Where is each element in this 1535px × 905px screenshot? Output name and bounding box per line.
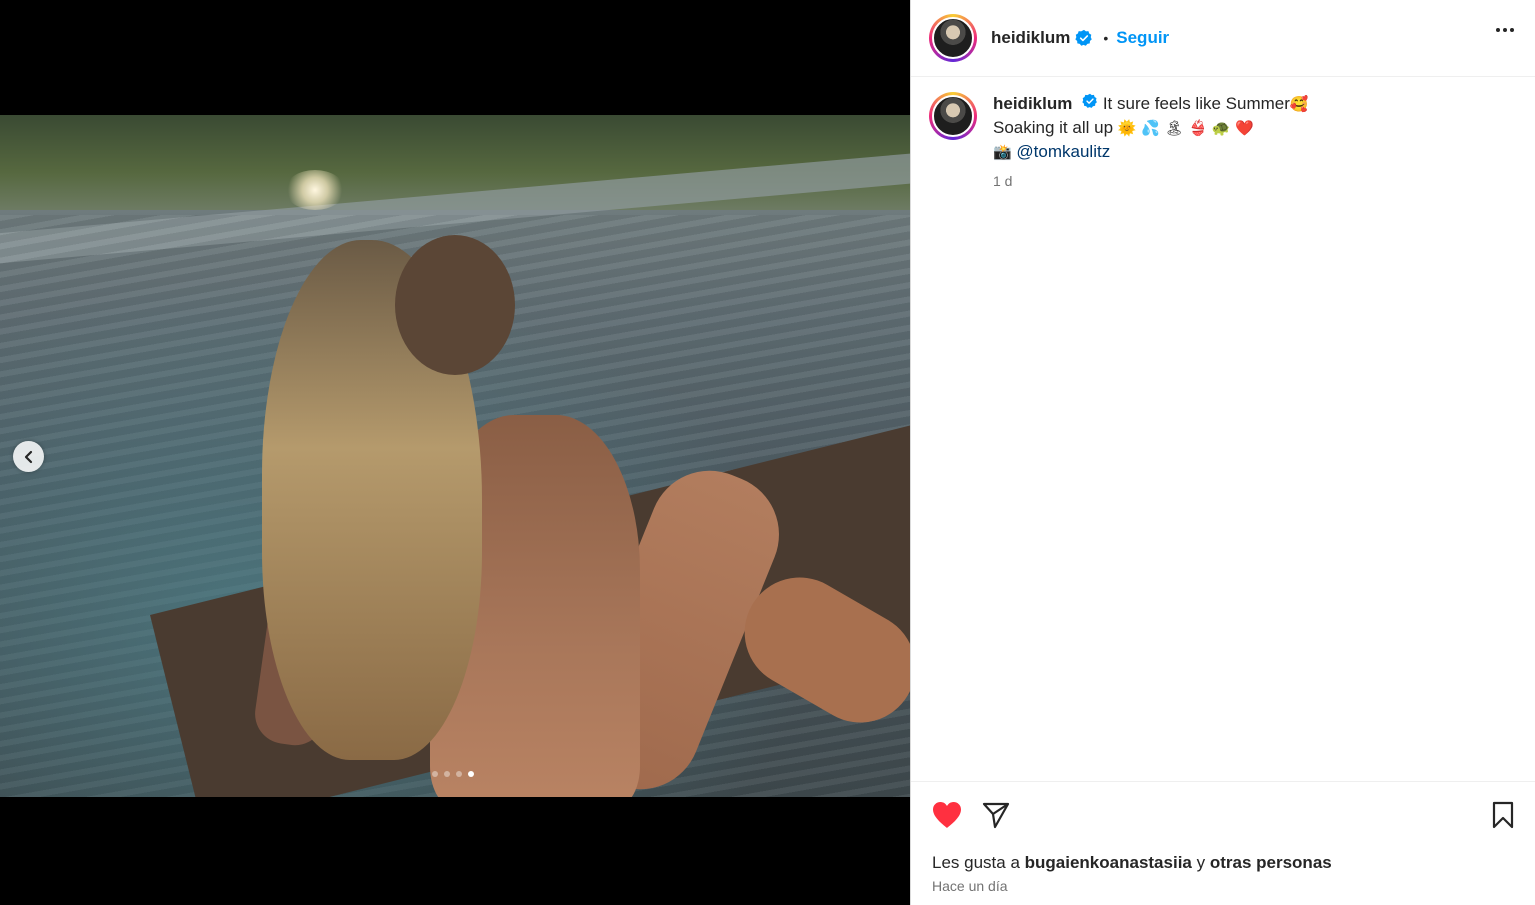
carousel-dot (444, 771, 450, 777)
caption-timestamp[interactable]: 1 d (993, 170, 1309, 193)
post-photo (0, 115, 910, 797)
post-media (0, 0, 910, 905)
carousel-dot (432, 771, 438, 777)
mention-link[interactable]: @tomkaulitz (1016, 142, 1110, 161)
save-button[interactable] (1491, 800, 1515, 830)
instagram-post-modal: heidiklum • Seguir heidiklum It sure fee… (0, 0, 1535, 905)
likes-summary: Les gusta a bugaienkoanastasiia y otras … (932, 853, 1332, 873)
carousel-prev-button[interactable] (13, 441, 44, 472)
liker-username-link[interactable]: bugaienkoanastasiia (1025, 853, 1192, 872)
verified-badge-icon (1082, 93, 1098, 109)
carousel-indicator (432, 771, 474, 777)
caption-username-link[interactable]: heidiklum (993, 94, 1072, 113)
heart-icon (933, 802, 961, 828)
post-actions: Les gusta a bugaienkoanastasiia y otras … (911, 781, 1535, 905)
like-button[interactable] (931, 800, 963, 830)
share-button[interactable] (981, 800, 1011, 830)
caption-line-2: Soaking it all up (993, 118, 1114, 137)
verified-badge-icon (1075, 29, 1093, 47)
post-header: heidiklum • Seguir (911, 0, 1535, 77)
bookmark-icon (1492, 801, 1514, 829)
smiling-hearts-emoji: 🥰 (1289, 95, 1309, 113)
chevron-left-icon (24, 450, 32, 463)
caption-body: heidiklum It sure feels like Summer🥰 Soa… (993, 92, 1309, 193)
more-options-button[interactable] (1496, 28, 1514, 32)
caption-avatar (932, 95, 974, 137)
post-caption: heidiklum It sure feels like Summer🥰 Soa… (929, 92, 1519, 193)
likes-prefix: Les gusta a (932, 853, 1020, 872)
story-ring[interactable] (929, 14, 977, 62)
paper-plane-icon (982, 802, 1010, 829)
username-link[interactable]: heidiklum (991, 28, 1070, 48)
more-icon (1496, 28, 1500, 32)
likes-connector: y (1196, 853, 1206, 872)
carousel-dot (456, 771, 462, 777)
avatar (932, 17, 974, 59)
camera-emoji: 📸 (993, 143, 1012, 161)
other-likers-link[interactable]: otras personas (1210, 853, 1332, 872)
post-sidebar: heidiklum • Seguir heidiklum It sure fee… (910, 0, 1535, 905)
separator-dot: • (1103, 30, 1109, 46)
post-timestamp[interactable]: Hace un día (932, 878, 1008, 894)
caption-line-1: It sure feels like Summer (1102, 94, 1290, 113)
carousel-dot-active (468, 771, 474, 777)
caption-emojis: 🌞 💦 🏝 👙 🐢 ❤️ (1117, 119, 1255, 137)
follow-button[interactable]: Seguir (1116, 28, 1169, 48)
caption-story-ring[interactable] (929, 92, 977, 140)
